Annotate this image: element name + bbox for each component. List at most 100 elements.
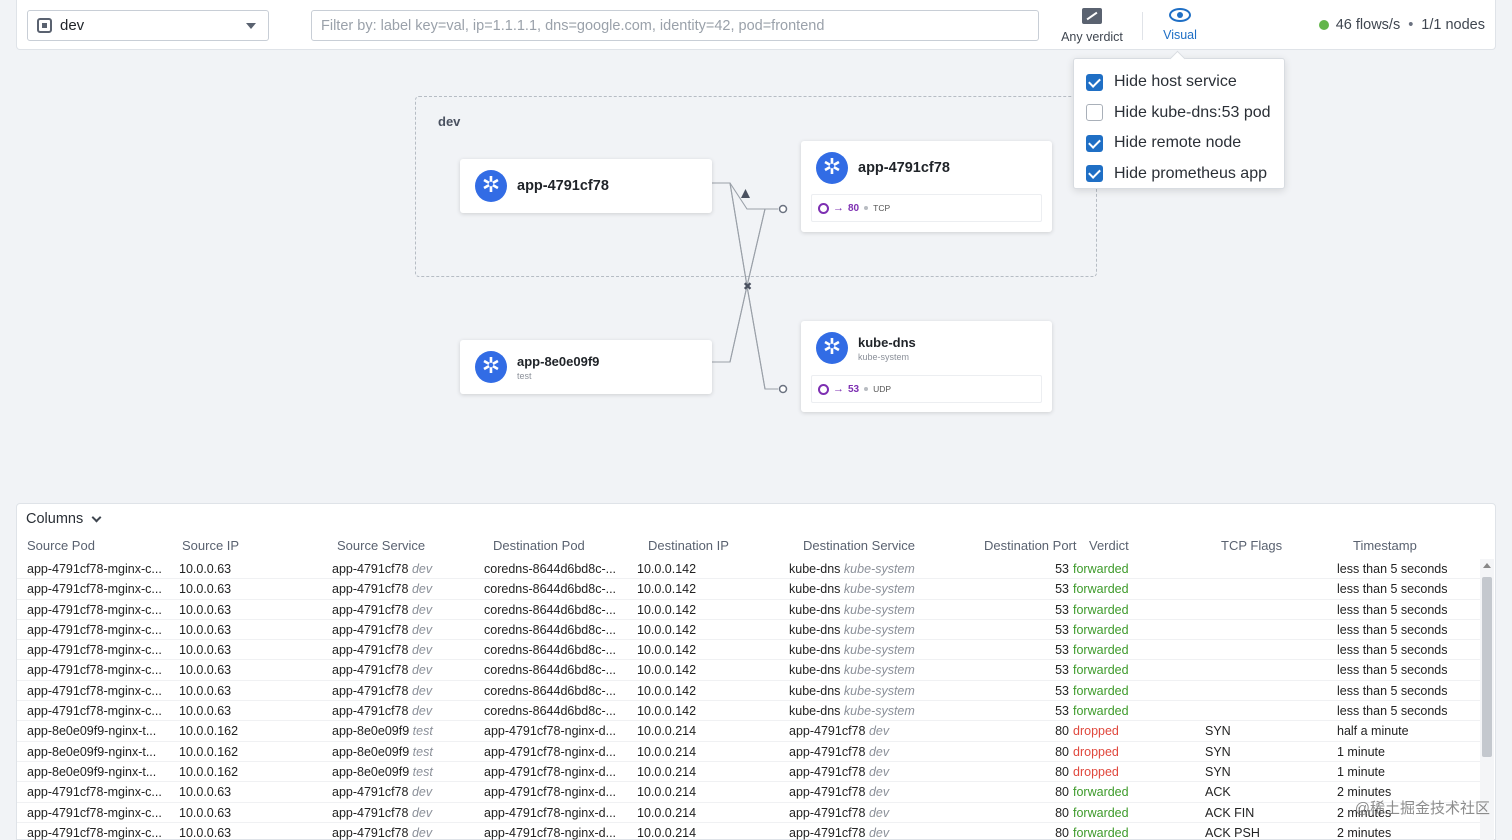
cell-destination-pod: coredns-8644d6bd8c-... <box>484 684 616 698</box>
namespace-select[interactable]: dev <box>27 10 269 41</box>
checkbox-icon[interactable] <box>1086 134 1103 152</box>
destination-service-value: kube-dns <box>789 582 841 597</box>
table-row[interactable]: app-4791cf78-mginx-c... 10.0.0.63 app-4791… <box>17 559 1481 580</box>
cell-destination-pod: coredns-8644d6bd8c-... <box>484 603 616 617</box>
source-ip-value: 10.0.0.63 <box>179 562 232 576</box>
scroll-up-icon[interactable] <box>1483 563 1491 568</box>
table-row[interactable]: app-8e0e09f9-nginx-t... 10.0.0.162 app-8e0… <box>17 721 1481 742</box>
columns-label: Columns <box>26 511 84 527</box>
cell-destination-pod: coredns-8644d6bd8c-... <box>484 582 616 596</box>
table-row[interactable]: app-4791cf78-mginx-c... 10.0.0.63 app-4791… <box>17 579 1481 600</box>
checkbox-icon[interactable] <box>1086 165 1103 183</box>
menu-item-hide-host-service[interactable]: Hide host service <box>1086 67 1272 98</box>
namespace-tag: dev <box>411 825 433 840</box>
column-header[interactable]: Destination Pod <box>493 538 585 553</box>
cell-destination-service: kube-dns kube-system <box>789 623 915 637</box>
cell-destination-pod: coredns-8644d6bd8c-... <box>484 643 616 657</box>
column-header[interactable]: Destination Service <box>803 538 915 553</box>
status-dot-icon <box>1318 20 1329 30</box>
service-card-kube-dns[interactable]: kube-dns kube-system → 53 UDP <box>801 321 1052 412</box>
cell-source-pod: app-4791cf78-mginx-c... <box>27 806 162 820</box>
table-row[interactable]: app-4791cf78-mginx-c... 10.0.0.63 app-4791… <box>17 620 1481 641</box>
menu-item-hide-prometheus[interactable]: Hide prometheus app <box>1086 159 1272 190</box>
menu-item-label: Hide kube-dns:53 pod <box>1114 103 1271 121</box>
checkbox-icon[interactable] <box>1086 104 1103 122</box>
service-card-app-8e0e09f9[interactable]: app-8e0e09f9 test <box>460 340 712 394</box>
destination-service-value: app-4791cf78 <box>789 805 866 820</box>
verdict-value: forwarded <box>1073 683 1129 698</box>
column-header[interactable]: Timestamp <box>1353 538 1417 553</box>
cell-destination-pod: coredns-8644d6bd8c-... <box>484 704 616 718</box>
table-row[interactable]: app-8e0e09f9-nginx-t... 10.0.0.162 app-8e0… <box>17 762 1481 783</box>
column-header[interactable]: Source Pod <box>27 538 95 553</box>
destination-service-value: app-4791cf78 <box>789 744 866 759</box>
cell-source-pod: app-8e0e09f9-nginx-t... <box>27 765 156 779</box>
column-header[interactable]: Source IP <box>182 538 239 553</box>
cell-verdict: forwarded <box>1073 623 1129 637</box>
cell-timestamp: 2 minutes <box>1337 826 1391 840</box>
column-header[interactable]: Source Service <box>337 538 425 553</box>
visual-button[interactable]: Visual <box>1159 8 1201 42</box>
cell-verdict: forwarded <box>1073 826 1129 840</box>
source-ip-value: 10.0.0.162 <box>179 744 239 759</box>
table-row[interactable]: app-4791cf78-mginx-c... 10.0.0.63 app-4791… <box>17 681 1481 702</box>
source-pod-value: app-8e0e09f9-nginx-t... <box>27 744 157 759</box>
menu-item-hide-kube-dns[interactable]: Hide kube-dns:53 pod <box>1086 98 1272 129</box>
cell-source-service: app-4791cf78 dev <box>332 603 432 617</box>
destination-ip-value: 10.0.0.214 <box>637 785 697 800</box>
checkbox-icon[interactable] <box>1086 73 1103 91</box>
table-row[interactable]: app-4791cf78-mginx-c... 10.0.0.63 app-4791… <box>17 660 1481 681</box>
cell-source-ip: 10.0.0.63 <box>179 785 231 799</box>
cell-destination-service: kube-dns kube-system <box>789 643 915 657</box>
scrollbar-thumb[interactable] <box>1482 577 1492 757</box>
verdict-button[interactable]: Any verdict <box>1059 8 1125 44</box>
destination-port-value: 53 <box>1055 562 1069 576</box>
table-row[interactable]: app-4791cf78-mginx-c... 10.0.0.63 app-4791… <box>17 803 1481 823</box>
destination-port-value: 80 <box>1055 724 1069 739</box>
column-header[interactable]: Verdict <box>1089 538 1129 553</box>
cell-timestamp: 1 minute <box>1337 745 1385 759</box>
cell-destination-port: 80 <box>1055 826 1069 840</box>
namespace-tag: kube-system <box>843 562 915 576</box>
cell-destination-service: app-4791cf78 dev <box>789 765 889 779</box>
timestamp-value: 1 minute <box>1337 764 1385 779</box>
timestamp-value: less than 5 seconds <box>1337 663 1448 678</box>
destination-port-value: 80 <box>1055 825 1069 840</box>
destination-service-value: kube-dns <box>789 622 841 637</box>
source-ip-value: 10.0.0.63 <box>179 825 232 840</box>
column-header[interactable]: Destination Port <box>984 538 1077 553</box>
timestamp-value: less than 5 seconds <box>1337 622 1448 637</box>
menu-item-hide-remote-node[interactable]: Hide remote node <box>1086 128 1272 159</box>
cell-verdict: dropped <box>1073 765 1119 779</box>
cell-verdict: dropped <box>1073 724 1119 738</box>
cell-verdict: forwarded <box>1073 562 1129 576</box>
cell-destination-pod: coredns-8644d6bd8c-... <box>484 562 616 576</box>
destination-service-value: kube-dns <box>789 562 841 576</box>
destination-ip-value: 10.0.0.142 <box>637 683 697 698</box>
service-card-app-4791cf78-dst[interactable]: app-4791cf78 → 80 TCP <box>801 141 1052 232</box>
source-service-value: app-8e0e09f9 <box>332 724 410 739</box>
verdict-value: forwarded <box>1073 663 1129 678</box>
column-header[interactable]: Destination IP <box>648 538 729 553</box>
service-map[interactable]: dev ✖ app-4791cf78 app-4791cf78 → 80 TCP <box>0 52 1512 502</box>
table-row[interactable]: app-4791cf78-mginx-c... 10.0.0.63 app-4791… <box>17 701 1481 722</box>
column-header[interactable]: TCP Flags <box>1221 538 1282 553</box>
table-row[interactable]: app-4791cf78-mginx-c... 10.0.0.63 app-4791… <box>17 782 1481 803</box>
destination-service-value: app-4791cf78 <box>789 724 866 739</box>
service-card-title: app-4791cf78 <box>517 178 609 194</box>
verdict-value: forwarded <box>1073 602 1129 617</box>
service-card-app-4791cf78-src[interactable]: app-4791cf78 <box>460 159 712 213</box>
table-row[interactable]: app-4791cf78-mginx-c... 10.0.0.63 app-4791… <box>17 640 1481 661</box>
cell-destination-port: 53 <box>1055 663 1069 677</box>
destination-ip-value: 10.0.0.214 <box>637 825 697 840</box>
cell-source-pod: app-4791cf78-mginx-c... <box>27 826 162 840</box>
service-card-title: app-8e0e09f9 <box>517 354 600 369</box>
columns-button[interactable]: Columns <box>26 511 102 527</box>
destination-pod-value: coredns-8644d6bd8c-... <box>484 663 617 678</box>
table-row[interactable]: app-4791cf78-mginx-c... 10.0.0.63 app-4791… <box>17 600 1481 620</box>
filter-input[interactable] <box>311 10 1039 41</box>
cell-tcp-flags: SYN <box>1205 724 1231 738</box>
table-row[interactable]: app-4791cf78-mginx-c... 10.0.0.63 app-4791… <box>17 823 1481 840</box>
table-row[interactable]: app-8e0e09f9-nginx-t... 10.0.0.162 app-8e0… <box>17 742 1481 762</box>
source-pod-value: app-4791cf78-mginx-c... <box>27 663 162 678</box>
